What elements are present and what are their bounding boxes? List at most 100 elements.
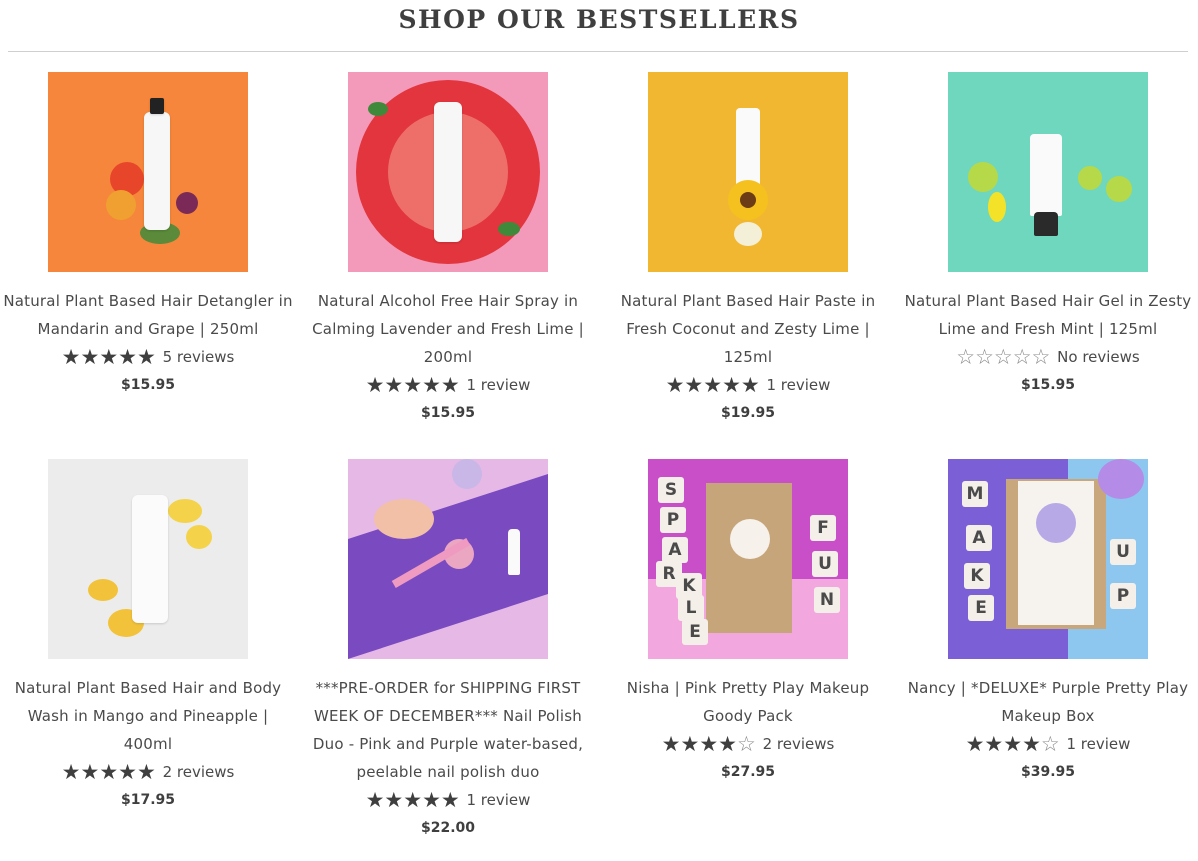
star-filled-icon: ★: [99, 345, 119, 369]
section-divider: [8, 51, 1188, 52]
star-filled-icon: ★: [984, 732, 1004, 756]
product-card[interactable]: S P A R K L E F U N Nisha | Pink Pretty …: [598, 459, 898, 786]
star-empty-icon: ☆: [956, 345, 976, 369]
star-filled-icon: ★: [136, 345, 156, 369]
review-count[interactable]: 2 reviews: [163, 763, 235, 781]
product-card[interactable]: Natural Plant Based Hair and Body Wash i…: [0, 459, 298, 814]
rating-stars: ★★★★★: [62, 343, 156, 373]
star-filled-icon: ★: [118, 760, 137, 784]
product-card[interactable]: Natural Plant Based Hair Gel in Zesty Li…: [898, 72, 1198, 399]
star-filled-icon: ★: [80, 345, 100, 369]
star-filled-icon: ★: [384, 788, 404, 812]
star-filled-icon: ★: [422, 788, 441, 812]
star-filled-icon: ★: [403, 373, 423, 397]
review-count[interactable]: 2 reviews: [763, 735, 835, 753]
product-rating: ★★★★★ 1 review: [298, 371, 598, 399]
review-count[interactable]: No reviews: [1057, 348, 1140, 366]
product-rating: ★★★★★ 1 review: [598, 371, 898, 399]
product-card[interactable]: ***PRE-ORDER for SHIPPING FIRST WEEK OF …: [298, 459, 598, 842]
product-image-hair-paste[interactable]: [648, 72, 848, 272]
product-image-hair-detangler[interactable]: [48, 72, 248, 272]
fun-letter: U: [812, 551, 838, 577]
star-filled-icon: ★: [136, 760, 156, 784]
product-title[interactable]: Natural Plant Based Hair Paste in Fresh …: [602, 287, 894, 371]
product-card[interactable]: M A K E U P Nancy | *DELUXE* Purple Pret…: [898, 459, 1198, 786]
product-image-hair-gel[interactable]: [948, 72, 1148, 272]
star-filled-icon: ★: [365, 373, 385, 397]
product-price: $15.95: [120, 377, 176, 393]
product-price: $22.00: [420, 820, 476, 836]
star-filled-icon: ★: [1003, 732, 1023, 756]
star-filled-icon: ★: [665, 373, 685, 397]
product-rating: ★★★★☆ 1 review: [898, 730, 1198, 758]
up-letter: U: [1110, 539, 1136, 565]
rating-stars: ★★★★☆: [966, 730, 1060, 760]
section-title: SHOP OUR BESTSELLERS: [398, 5, 800, 34]
star-filled-icon: ★: [661, 732, 681, 756]
rating-stars: ★★★★★: [666, 371, 760, 401]
product-title[interactable]: Natural Plant Based Hair Detangler in Ma…: [2, 287, 294, 343]
review-count[interactable]: 1 review: [1067, 735, 1131, 753]
product-image-purple-makeup-box[interactable]: M A K E U P: [948, 459, 1148, 659]
product-rating: ★★★★★ 1 review: [298, 786, 598, 814]
product-price: $19.95: [720, 405, 776, 421]
rating-stars: ★★★★★: [62, 758, 156, 788]
star-filled-icon: ★: [403, 788, 423, 812]
product-title[interactable]: Nisha | Pink Pretty Play Makeup Goody Pa…: [602, 674, 894, 730]
product-image-hair-body-wash[interactable]: [48, 459, 248, 659]
product-title[interactable]: ***PRE-ORDER for SHIPPING FIRST WEEK OF …: [302, 674, 594, 786]
review-count[interactable]: 1 review: [467, 791, 531, 809]
fun-letter: N: [814, 587, 840, 613]
product-title[interactable]: Natural Plant Based Hair and Body Wash i…: [2, 674, 294, 758]
sparkle-letter: E: [682, 619, 708, 645]
review-count[interactable]: 5 reviews: [163, 348, 235, 366]
product-card[interactable]: Natural Alcohol Free Hair Spray in Calmi…: [298, 72, 598, 427]
product-rating: ★★★★★ 2 reviews: [0, 758, 298, 786]
star-filled-icon: ★: [699, 732, 719, 756]
star-filled-icon: ★: [422, 373, 441, 397]
review-count[interactable]: 1 review: [467, 376, 531, 394]
product-image-nail-polish-duo[interactable]: [348, 459, 548, 659]
review-count[interactable]: 1 review: [767, 376, 831, 394]
rating-stars: ☆☆☆☆☆: [956, 343, 1050, 373]
star-filled-icon: ★: [61, 760, 81, 784]
product-title[interactable]: Natural Alcohol Free Hair Spray in Calmi…: [302, 287, 594, 371]
sparkle-letter: A: [662, 537, 688, 563]
product-card[interactable]: Natural Plant Based Hair Detangler in Ma…: [0, 72, 298, 399]
star-empty-icon: ☆: [1031, 345, 1051, 369]
star-filled-icon: ★: [365, 788, 385, 812]
star-filled-icon: ★: [384, 373, 404, 397]
make-letter: K: [964, 563, 990, 589]
star-filled-icon: ★: [718, 732, 737, 756]
sparkle-letter: L: [678, 595, 704, 621]
star-filled-icon: ★: [440, 788, 460, 812]
product-rating: ★★★★★ 5 reviews: [0, 343, 298, 371]
star-filled-icon: ★: [740, 373, 760, 397]
star-filled-icon: ★: [684, 373, 704, 397]
star-filled-icon: ★: [965, 732, 985, 756]
make-letter: A: [966, 525, 992, 551]
product-price: $27.95: [720, 764, 776, 780]
star-empty-icon: ☆: [1012, 345, 1032, 369]
star-empty-icon: ☆: [1040, 732, 1060, 756]
sparkle-letter: P: [660, 507, 686, 533]
product-price: $39.95: [1020, 764, 1076, 780]
rating-stars: ★★★★☆: [662, 730, 756, 760]
star-empty-icon: ☆: [736, 732, 756, 756]
star-filled-icon: ★: [680, 732, 700, 756]
star-empty-icon: ☆: [993, 345, 1013, 369]
make-letter: E: [968, 595, 994, 621]
product-price: $17.95: [120, 792, 176, 808]
product-card[interactable]: Natural Plant Based Hair Paste in Fresh …: [598, 72, 898, 427]
product-title[interactable]: Natural Plant Based Hair Gel in Zesty Li…: [902, 287, 1194, 343]
star-filled-icon: ★: [80, 760, 100, 784]
product-image-pink-makeup-pack[interactable]: S P A R K L E F U N: [648, 459, 848, 659]
product-rating: ★★★★☆ 2 reviews: [598, 730, 898, 758]
star-filled-icon: ★: [722, 373, 741, 397]
product-title[interactable]: Nancy | *DELUXE* Purple Pretty Play Make…: [902, 674, 1194, 730]
rating-stars: ★★★★★: [366, 371, 460, 401]
product-image-hair-spray[interactable]: [348, 72, 548, 272]
sparkle-letter: S: [658, 477, 684, 503]
up-letter: P: [1110, 583, 1136, 609]
product-price: $15.95: [420, 405, 476, 421]
